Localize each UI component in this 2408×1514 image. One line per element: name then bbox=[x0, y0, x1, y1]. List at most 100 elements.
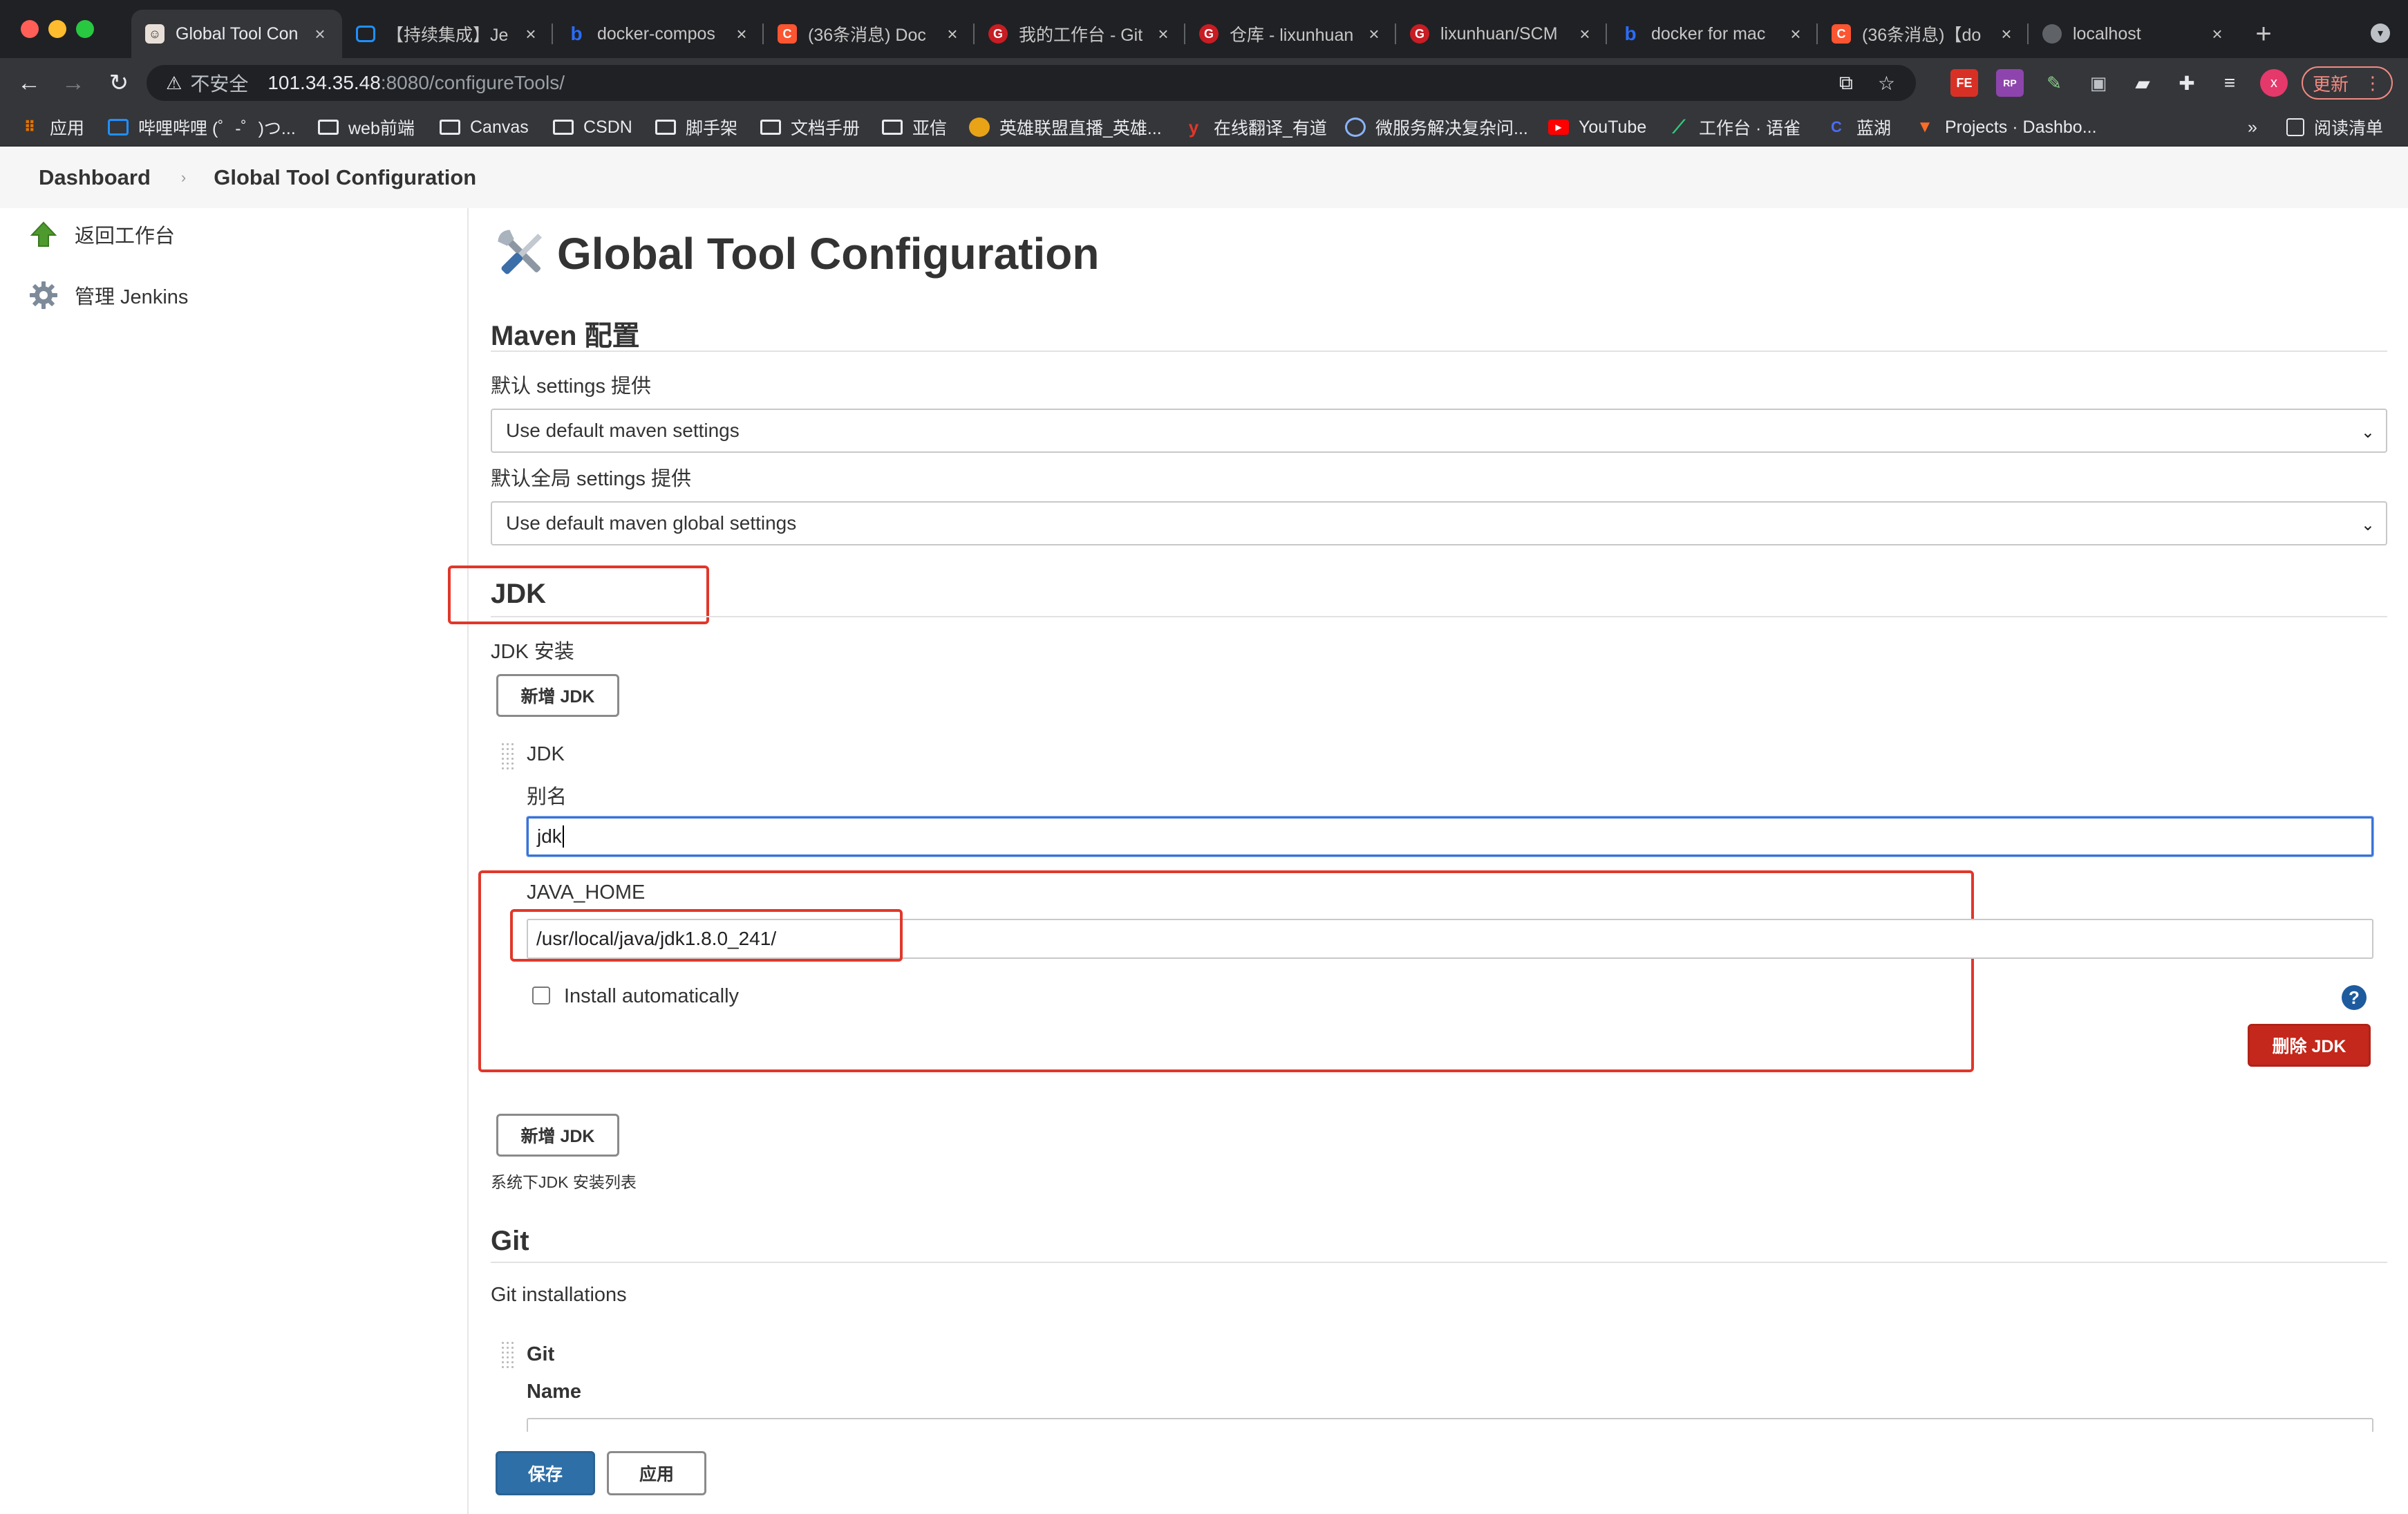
tab-close-icon[interactable]: × bbox=[1577, 24, 1593, 45]
tab-close-icon[interactable]: × bbox=[1366, 24, 1382, 45]
screenshot-extension-icon[interactable]: ▣ bbox=[2085, 69, 2112, 97]
tab-close-icon[interactable]: × bbox=[1155, 24, 1172, 45]
tab-search-icon[interactable]: ▾ bbox=[2371, 24, 2390, 43]
reading-mode-icon[interactable]: ≡ bbox=[2216, 69, 2244, 97]
bookmark-microservices[interactable]: 微服务解决复杂问... bbox=[1345, 108, 1528, 147]
help-icon[interactable]: ? bbox=[2342, 985, 2367, 1010]
tab-close-icon[interactable]: × bbox=[2209, 24, 2226, 45]
save-button[interactable]: 保存 bbox=[496, 1451, 595, 1495]
tab-gitee-workbench[interactable]: G 我的工作台 - Git × bbox=[975, 10, 1185, 58]
chevron-down-icon: ⌄ bbox=[2360, 516, 2375, 534]
bookmark-web-frontend[interactable]: web前端 bbox=[318, 108, 415, 147]
bookmark-gitlab[interactable]: ▼ Projects · Dashbo... bbox=[1915, 108, 2096, 147]
tab-csdn-docker[interactable]: C (36条消息) Doc × bbox=[764, 10, 975, 58]
tab-title: (36条消息)【do bbox=[1862, 26, 1982, 45]
address-actions: ⧉ ☆ bbox=[1839, 65, 1895, 101]
bookmarks-overflow[interactable]: » bbox=[2248, 108, 2257, 147]
tab-title: lixunhuan/SCM bbox=[1440, 24, 1558, 44]
new-tab-button[interactable]: + bbox=[2239, 10, 2288, 58]
profile-avatar[interactable]: x bbox=[2260, 69, 2288, 97]
bookmark-lanhu[interactable]: C 蓝湖 bbox=[1826, 108, 1891, 147]
tab-title: Global Tool Con bbox=[176, 24, 299, 44]
extensions-puzzle-icon[interactable]: ✚ bbox=[2173, 69, 2201, 97]
apply-button[interactable]: 应用 bbox=[607, 1451, 706, 1495]
url-path: :8080/configureTools/ bbox=[380, 72, 565, 93]
tab-docker-compose[interactable]: b docker-compos × bbox=[553, 10, 764, 58]
fe-extension-icon[interactable]: FE bbox=[1950, 69, 1978, 97]
back-button[interactable]: ← bbox=[14, 68, 44, 98]
install-automatically-checkbox[interactable] bbox=[532, 987, 550, 1004]
tab-csdn-do[interactable]: C (36条消息)【do × bbox=[1818, 10, 2029, 58]
window-zoom-button[interactable] bbox=[76, 20, 94, 38]
reload-button[interactable]: ↻ bbox=[104, 68, 134, 98]
drag-handle[interactable] bbox=[500, 742, 516, 771]
bookmark-youtube[interactable]: ▶ YouTube bbox=[1548, 108, 1646, 147]
side-panel: 返回工作台 管理 Jenkins bbox=[0, 208, 469, 1514]
bookmark-label: 哔哩哔哩 (゜-゜)つ... bbox=[138, 119, 296, 138]
bookmark-label: 亚信 bbox=[912, 119, 948, 138]
jdk-list-description: 系统下JDK 安装列表 bbox=[491, 1173, 637, 1191]
bookmark-docs[interactable]: 文档手册 bbox=[760, 108, 860, 147]
tab-global-tool-config[interactable]: ☺ Global Tool Con × bbox=[131, 10, 342, 58]
tab-gitee-scm[interactable]: G lixunhuan/SCM × bbox=[1396, 10, 1607, 58]
browser-tab-strip: ☺ Global Tool Con × 【持续集成】Je × b docker-… bbox=[0, 0, 2408, 58]
address-bar[interactable]: ⚠ 不安全 101.34.35.48 :8080/configureTools/… bbox=[147, 65, 1916, 101]
bookmark-csdn[interactable]: CSDN bbox=[553, 108, 632, 147]
add-jdk-button[interactable]: 新增 JDK bbox=[496, 674, 619, 717]
jdk-alias-value: jdk bbox=[537, 825, 562, 847]
youdao-icon: y bbox=[1188, 116, 1199, 138]
bookmark-youdao[interactable]: y 在线翻译_有道 bbox=[1183, 108, 1327, 147]
chat-extension-icon[interactable]: ▰ bbox=[2129, 69, 2156, 97]
install-automatically-label[interactable]: Install automatically bbox=[564, 985, 739, 1008]
add-jdk-button-bottom[interactable]: 新增 JDK bbox=[496, 1114, 619, 1157]
tab-close-icon[interactable]: × bbox=[733, 24, 750, 45]
tab-close-icon[interactable]: × bbox=[523, 24, 539, 45]
update-button[interactable]: 更新 ⋮ bbox=[2302, 66, 2393, 100]
tab-gitee-repo[interactable]: G 仓库 - lixunhuan × bbox=[1185, 10, 1396, 58]
window-minimize-button[interactable] bbox=[48, 20, 66, 38]
breadcrumb: Dashboard › Global Tool Configuration bbox=[0, 147, 2408, 208]
maven-settings-select[interactable]: Use default maven settings ⌄ bbox=[491, 409, 2387, 453]
sidebar-item-manage-jenkins[interactable]: 管理 Jenkins bbox=[28, 276, 188, 315]
chevron-down-icon: ⌄ bbox=[2360, 423, 2375, 442]
reading-list[interactable]: 阅读清单 bbox=[2286, 108, 2383, 147]
translate-icon[interactable]: ⧉ bbox=[1839, 72, 1853, 95]
folder-icon bbox=[318, 120, 339, 135]
bookmark-asiainfo[interactable]: 亚信 bbox=[882, 108, 947, 147]
tab-close-icon[interactable]: × bbox=[944, 24, 961, 45]
git-name-label: Name bbox=[527, 1381, 581, 1403]
tab-title: 【持续集成】Je bbox=[386, 26, 509, 45]
git-name-input[interactable] bbox=[527, 1418, 2373, 1432]
tab-close-icon[interactable]: × bbox=[1998, 24, 2015, 45]
bookmark-apps[interactable]: ⠿ 应用 bbox=[19, 108, 84, 147]
globe-favicon bbox=[2042, 24, 2062, 44]
sidebar-item-back-to-dashboard[interactable]: 返回工作台 bbox=[28, 215, 175, 254]
reading-list-label: 阅读清单 bbox=[2314, 119, 2384, 138]
bookmark-canvas[interactable]: Canvas bbox=[440, 108, 529, 147]
bookmark-yuque[interactable]: ⟋ 工作台 · 语雀 bbox=[1668, 108, 1800, 147]
forward-button[interactable]: → bbox=[58, 68, 88, 98]
bookmark-scaffold[interactable]: 脚手架 bbox=[655, 108, 737, 147]
maven-section-heading: Maven 配置 bbox=[491, 321, 640, 351]
tab-jenkins-ci[interactable]: 【持续集成】Je × bbox=[342, 10, 553, 58]
tab-close-icon[interactable]: × bbox=[1787, 24, 1804, 45]
folder-icon bbox=[440, 120, 460, 135]
tab-docker-for-mac[interactable]: b docker for mac × bbox=[1607, 10, 1818, 58]
rp-extension-icon[interactable]: RP bbox=[1996, 69, 2024, 97]
breadcrumb-dashboard[interactable]: Dashboard bbox=[39, 165, 151, 190]
tab-close-icon[interactable]: × bbox=[312, 24, 328, 45]
jdk-alias-input[interactable]: jdk bbox=[527, 816, 2373, 857]
breadcrumb-global-tool-config[interactable]: Global Tool Configuration bbox=[214, 165, 476, 190]
text-cursor bbox=[562, 825, 564, 848]
delete-jdk-button[interactable]: 删除 JDK bbox=[2248, 1024, 2371, 1067]
kebab-menu-icon: ⋮ bbox=[2364, 72, 2382, 93]
tools-icon bbox=[491, 223, 553, 285]
bookmark-bilibili[interactable]: 哔哩哔哩 (゜-゜)つ... bbox=[108, 108, 296, 147]
maven-global-settings-select[interactable]: Use default maven global settings ⌄ bbox=[491, 501, 2387, 545]
bookmark-lol[interactable]: 英雄联盟直播_英雄... bbox=[969, 108, 1162, 147]
window-close-button[interactable] bbox=[21, 20, 39, 38]
drag-handle[interactable] bbox=[500, 1340, 516, 1370]
tampermonkey-extension-icon[interactable]: ✎ bbox=[2040, 69, 2068, 97]
bookmark-star-icon[interactable]: ☆ bbox=[1878, 72, 1895, 95]
tab-localhost[interactable]: localhost × bbox=[2029, 10, 2239, 58]
